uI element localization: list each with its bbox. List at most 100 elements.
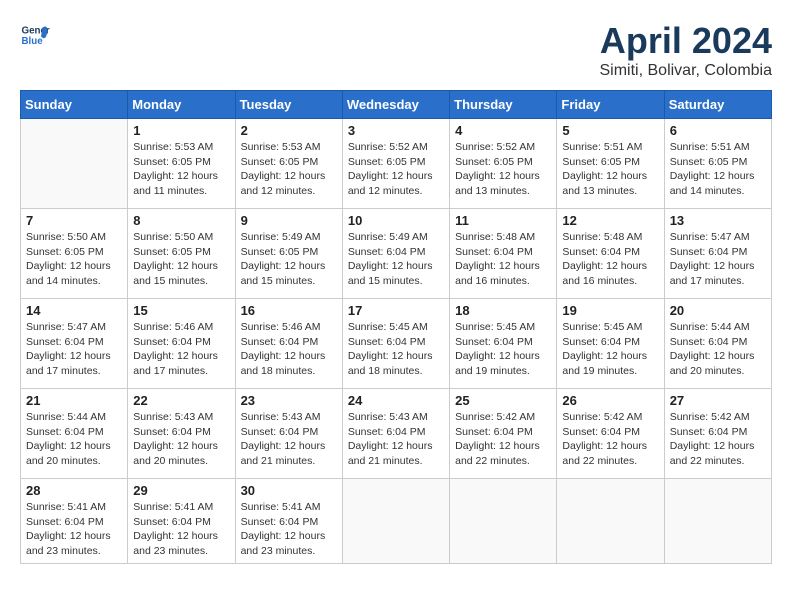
day-number: 14 [26,303,122,318]
day-info: Sunrise: 5:44 AMSunset: 6:04 PMDaylight:… [26,410,122,469]
day-info: Sunrise: 5:41 AMSunset: 6:04 PMDaylight:… [26,500,122,559]
calendar-cell: 28Sunrise: 5:41 AMSunset: 6:04 PMDayligh… [21,479,128,564]
day-number: 4 [455,123,551,138]
day-info: Sunrise: 5:43 AMSunset: 6:04 PMDaylight:… [133,410,229,469]
day-number: 26 [562,393,658,408]
day-info: Sunrise: 5:45 AMSunset: 6:04 PMDaylight:… [455,320,551,379]
calendar-cell: 17 Sunrise: 5:45 AMSunset: 6:04 PMDayligh… [342,299,449,389]
day-number: 23 [241,393,337,408]
week-row-3: 14 Sunrise: 5:47 AMSunset: 6:04 PMDayligh… [21,299,772,389]
day-number: 25 [455,393,551,408]
day-info: Sunrise: 5:49 AMSunset: 6:05 PMDaylight:… [241,230,337,289]
week-row-5: 28Sunrise: 5:41 AMSunset: 6:04 PMDayligh… [21,479,772,564]
weekday-header-wednesday: Wednesday [342,91,449,119]
week-row-1: 1 Sunrise: 5:53 AMSunset: 6:05 PMDaylight… [21,119,772,209]
week-row-2: 7 Sunrise: 5:50 AMSunset: 6:05 PMDaylight… [21,209,772,299]
calendar-cell [21,119,128,209]
calendar-cell [342,479,449,564]
day-number: 10 [348,213,444,228]
day-number: 7 [26,213,122,228]
calendar-cell: 8 Sunrise: 5:50 AMSunset: 6:05 PMDaylight… [128,209,235,299]
calendar-cell: 13Sunrise: 5:47 AMSunset: 6:04 PMDayligh… [664,209,771,299]
day-info: Sunrise: 5:41 AMSunset: 6:04 PMDaylight:… [241,500,337,559]
day-info: Sunrise: 5:45 AMSunset: 6:04 PMDaylight:… [348,320,444,379]
logo: General Blue [20,20,50,50]
day-info: Sunrise: 5:41 AMSunset: 6:04 PMDaylight:… [133,500,229,559]
weekday-header-monday: Monday [128,91,235,119]
calendar-table: SundayMondayTuesdayWednesdayThursdayFrid… [20,90,772,564]
calendar-cell: 24Sunrise: 5:43 AMSunset: 6:04 PMDayligh… [342,389,449,479]
calendar-cell: 29 Sunrise: 5:41 AMSunset: 6:04 PMDayligh… [128,479,235,564]
day-info: Sunrise: 5:42 AMSunset: 6:04 PMDaylight:… [455,410,551,469]
location-title: Simiti, Bolivar, Colombia [600,62,773,80]
calendar-cell: 20 Sunrise: 5:44 AMSunset: 6:04 PMDayligh… [664,299,771,389]
day-number: 30 [241,483,337,498]
day-number: 2 [241,123,337,138]
weekday-header-row: SundayMondayTuesdayWednesdayThursdayFrid… [21,91,772,119]
calendar-cell: 15 Sunrise: 5:46 AMSunset: 6:04 PMDayligh… [128,299,235,389]
day-info: Sunrise: 5:45 AMSunset: 6:04 PMDaylight:… [562,320,658,379]
day-info: Sunrise: 5:50 AMSunset: 6:05 PMDaylight:… [133,230,229,289]
calendar-cell: 2 Sunrise: 5:53 AMSunset: 6:05 PMDaylight… [235,119,342,209]
logo-icon: General Blue [20,20,50,50]
calendar-cell: 23 Sunrise: 5:43 AMSunset: 6:04 PMDayligh… [235,389,342,479]
day-number: 29 [133,483,229,498]
day-info: Sunrise: 5:53 AMSunset: 6:05 PMDaylight:… [241,140,337,199]
calendar-cell: 21Sunrise: 5:44 AMSunset: 6:04 PMDayligh… [21,389,128,479]
calendar-cell: 16Sunrise: 5:46 AMSunset: 6:04 PMDayligh… [235,299,342,389]
day-number: 22 [133,393,229,408]
calendar-cell: 4 Sunrise: 5:52 AMSunset: 6:05 PMDaylight… [450,119,557,209]
calendar-cell: 6 Sunrise: 5:51 AMSunset: 6:05 PMDaylight… [664,119,771,209]
calendar-cell: 10 Sunrise: 5:49 AMSunset: 6:04 PMDayligh… [342,209,449,299]
day-info: Sunrise: 5:46 AMSunset: 6:04 PMDaylight:… [133,320,229,379]
day-number: 5 [562,123,658,138]
day-info: Sunrise: 5:44 AMSunset: 6:04 PMDaylight:… [670,320,766,379]
calendar-cell: 19 Sunrise: 5:45 AMSunset: 6:04 PMDayligh… [557,299,664,389]
calendar-cell: 5Sunrise: 5:51 AMSunset: 6:05 PMDaylight… [557,119,664,209]
calendar-cell: 26 Sunrise: 5:42 AMSunset: 6:04 PMDayligh… [557,389,664,479]
day-number: 3 [348,123,444,138]
month-title: April 2024 [600,20,773,62]
day-info: Sunrise: 5:52 AMSunset: 6:05 PMDaylight:… [455,140,551,199]
day-info: Sunrise: 5:51 AMSunset: 6:05 PMDaylight:… [670,140,766,199]
day-info: Sunrise: 5:46 AMSunset: 6:04 PMDaylight:… [241,320,337,379]
day-number: 1 [133,123,229,138]
day-number: 24 [348,393,444,408]
day-info: Sunrise: 5:52 AMSunset: 6:05 PMDaylight:… [348,140,444,199]
calendar-cell [664,479,771,564]
day-number: 11 [455,213,551,228]
calendar-cell: 1Sunrise: 5:53 AMSunset: 6:05 PMDaylight… [128,119,235,209]
day-info: Sunrise: 5:42 AMSunset: 6:04 PMDaylight:… [562,410,658,469]
calendar-cell: 7 Sunrise: 5:50 AMSunset: 6:05 PMDaylight… [21,209,128,299]
calendar-cell: 14 Sunrise: 5:47 AMSunset: 6:04 PMDayligh… [21,299,128,389]
day-number: 9 [241,213,337,228]
day-info: Sunrise: 5:49 AMSunset: 6:04 PMDaylight:… [348,230,444,289]
calendar-cell: 9 Sunrise: 5:49 AMSunset: 6:05 PMDaylight… [235,209,342,299]
calendar-cell: 3 Sunrise: 5:52 AMSunset: 6:05 PMDaylight… [342,119,449,209]
title-block: April 2024 Simiti, Bolivar, Colombia [600,20,773,80]
day-number: 15 [133,303,229,318]
calendar-cell: 12 Sunrise: 5:48 AMSunset: 6:04 PMDayligh… [557,209,664,299]
day-number: 20 [670,303,766,318]
day-number: 17 [348,303,444,318]
day-info: Sunrise: 5:47 AMSunset: 6:04 PMDaylight:… [26,320,122,379]
day-number: 6 [670,123,766,138]
calendar-cell [557,479,664,564]
calendar-cell: 27 Sunrise: 5:42 AMSunset: 6:04 PMDayligh… [664,389,771,479]
week-row-4: 21Sunrise: 5:44 AMSunset: 6:04 PMDayligh… [21,389,772,479]
day-number: 8 [133,213,229,228]
day-number: 12 [562,213,658,228]
weekday-header-friday: Friday [557,91,664,119]
calendar-cell: 11Sunrise: 5:48 AMSunset: 6:04 PMDayligh… [450,209,557,299]
calendar-cell: 18Sunrise: 5:45 AMSunset: 6:04 PMDayligh… [450,299,557,389]
day-info: Sunrise: 5:42 AMSunset: 6:04 PMDaylight:… [670,410,766,469]
day-info: Sunrise: 5:43 AMSunset: 6:04 PMDaylight:… [241,410,337,469]
calendar-cell: 25 Sunrise: 5:42 AMSunset: 6:04 PMDayligh… [450,389,557,479]
day-info: Sunrise: 5:48 AMSunset: 6:04 PMDaylight:… [562,230,658,289]
calendar-cell: 30 Sunrise: 5:41 AMSunset: 6:04 PMDayligh… [235,479,342,564]
day-info: Sunrise: 5:50 AMSunset: 6:05 PMDaylight:… [26,230,122,289]
day-info: Sunrise: 5:47 AMSunset: 6:04 PMDaylight:… [670,230,766,289]
weekday-header-saturday: Saturday [664,91,771,119]
day-number: 19 [562,303,658,318]
day-number: 27 [670,393,766,408]
